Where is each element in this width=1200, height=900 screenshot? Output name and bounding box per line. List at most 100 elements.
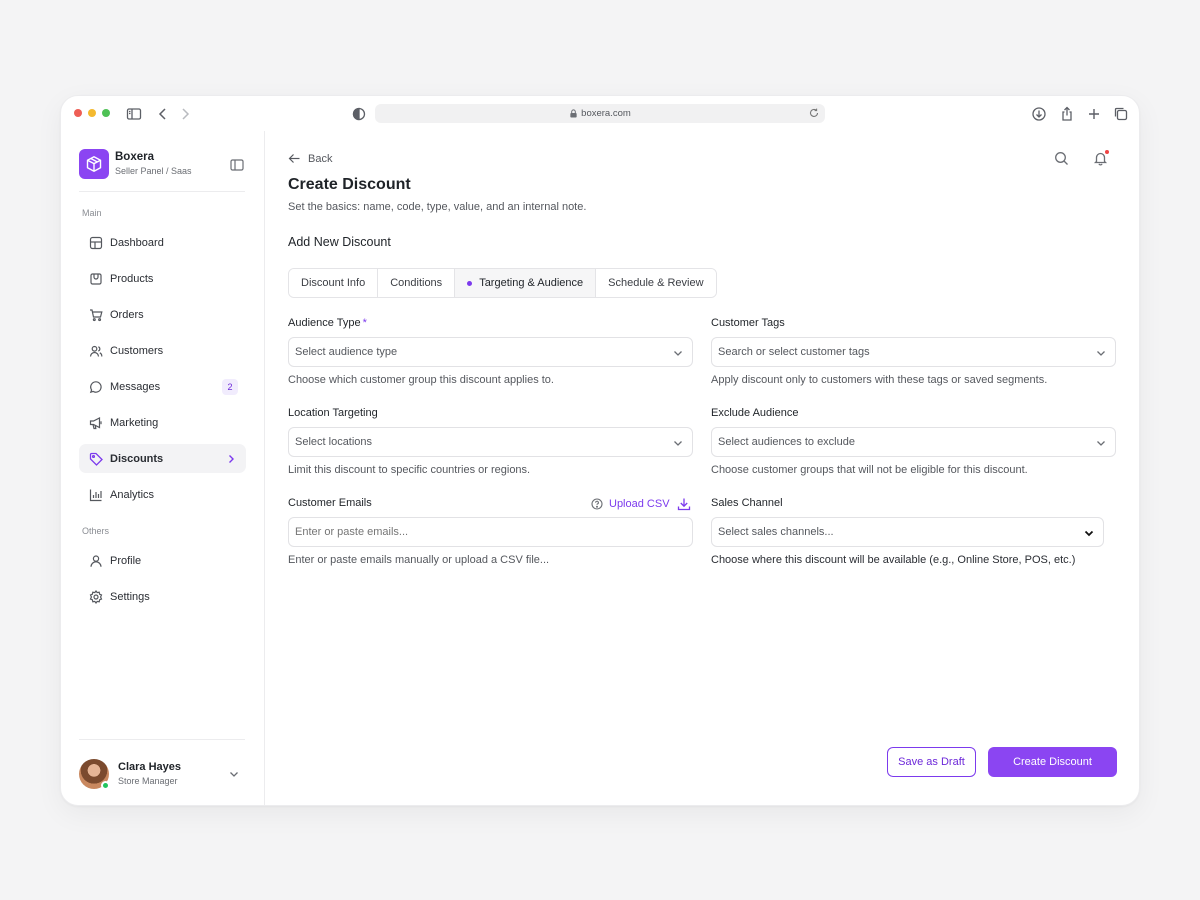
customer-emails-helper: Enter or paste emails manually or upload…	[288, 554, 550, 566]
sidebar-item-marketing[interactable]: Marketing	[79, 408, 246, 437]
select-placeholder: Select audience type	[295, 346, 398, 358]
sidebar-item-label: Messages	[110, 380, 161, 393]
tag-icon	[89, 452, 103, 466]
share-icon[interactable]	[1059, 106, 1075, 122]
close-window-button[interactable]	[74, 109, 82, 117]
user-icon	[89, 554, 103, 568]
tab-targeting-audience[interactable]: Targeting & Audience	[455, 269, 597, 297]
sidebar-item-discounts[interactable]: Discounts	[79, 444, 246, 473]
upload-csv-button[interactable]: Upload CSV	[591, 497, 691, 511]
sidebar-item-messages[interactable]: Messages 2	[79, 372, 246, 401]
sidebar-item-settings[interactable]: Settings	[79, 582, 246, 611]
gear-icon	[89, 589, 103, 604]
customer-emails-label: Customer Emails	[288, 497, 372, 509]
sidebar-item-analytics[interactable]: Analytics	[79, 480, 246, 509]
exclude-audience-select[interactable]: Select audiences to exclude	[711, 427, 1116, 457]
sidebar-divider	[79, 191, 245, 192]
forward-arrow-icon[interactable]	[177, 106, 193, 122]
sales-channel-label: Sales Channel	[711, 497, 783, 509]
tab-schedule-review[interactable]: Schedule & Review	[596, 269, 716, 297]
arrow-left-icon	[288, 154, 300, 163]
help-circle-icon[interactable]	[591, 498, 603, 510]
user-profile-card[interactable]: Clara Hayes Store Manager	[79, 757, 246, 791]
download-icon[interactable]	[1031, 106, 1047, 122]
main-section-label: Main	[82, 208, 102, 218]
page-subtitle: Set the basics: name, code, type, value,…	[288, 201, 587, 213]
grid-icon	[89, 236, 103, 250]
sidebar-item-label: Products	[110, 272, 154, 285]
upload-csv-label: Upload CSV	[609, 498, 670, 510]
sidebar-item-label: Dashboard	[110, 236, 164, 249]
chevron-down-icon	[674, 351, 682, 356]
collapse-sidebar-icon[interactable]	[230, 158, 244, 172]
url-text: boxera.com	[581, 108, 631, 119]
sidebar-item-label: Discounts	[110, 452, 164, 465]
message-icon	[89, 380, 103, 394]
chevron-down-icon	[674, 441, 682, 446]
user-name: Clara Hayes	[118, 761, 181, 773]
sidebar-divider	[79, 739, 245, 740]
back-link[interactable]: Back	[288, 152, 332, 165]
chevron-right-icon	[229, 454, 234, 463]
sidebar-item-label: Customers	[110, 344, 164, 357]
save-as-draft-button[interactable]: Save as Draft	[887, 747, 976, 777]
chevron-down-icon	[1097, 441, 1105, 446]
sidebar-item-orders[interactable]: Orders	[79, 300, 246, 329]
notification-dot	[1105, 150, 1109, 154]
tab-overview-icon[interactable]	[1113, 106, 1129, 122]
sales-channel-select[interactable]: Select sales channels...	[711, 517, 1104, 547]
select-placeholder: Select audiences to exclude	[718, 436, 855, 448]
select-placeholder: Select sales channels...	[718, 526, 834, 538]
brand-subtitle: Seller Panel / Saas	[115, 166, 192, 176]
sidebar-toggle-icon[interactable]	[126, 106, 142, 122]
customer-tags-select[interactable]: Search or select customer tags	[711, 337, 1116, 367]
sidebar-item-label: Settings	[110, 590, 150, 603]
online-status-indicator	[101, 781, 110, 790]
exclude-audience-helper: Choose customer groups that will not be …	[711, 464, 1028, 476]
form-tabs: Discount Info Conditions Targeting & Aud…	[288, 268, 717, 298]
sidebar-item-products[interactable]: Products	[79, 264, 246, 293]
bell-icon[interactable]	[1093, 150, 1109, 166]
download-icon	[677, 498, 690, 511]
tab-discount-info[interactable]: Discount Info	[289, 269, 379, 297]
exclude-audience-label: Exclude Audience	[711, 407, 799, 419]
create-discount-button[interactable]: Create Discount	[988, 747, 1117, 777]
search-icon[interactable]	[1054, 151, 1069, 166]
new-tab-plus-icon[interactable]	[1086, 106, 1102, 122]
reload-icon[interactable]	[808, 107, 820, 119]
avatar	[79, 759, 110, 790]
users-icon	[89, 344, 103, 358]
location-targeting-select[interactable]: Select locations	[288, 427, 693, 457]
back-arrow-icon[interactable]	[155, 106, 171, 122]
chevron-down-icon[interactable]	[228, 768, 240, 780]
user-role: Store Manager	[118, 776, 178, 786]
select-placeholder: Select locations	[295, 436, 373, 448]
audience-type-select[interactable]: Select audience type	[288, 337, 693, 367]
tab-conditions[interactable]: Conditions	[378, 269, 456, 297]
privacy-shield-icon[interactable]	[351, 106, 367, 122]
address-bar[interactable]: boxera.com	[375, 104, 825, 123]
megaphone-icon	[89, 416, 103, 430]
others-section-label: Others	[82, 526, 110, 536]
back-label: Back	[308, 152, 333, 165]
sidebar-item-profile[interactable]: Profile	[79, 546, 246, 575]
form-section-title: Add New Discount	[288, 235, 391, 249]
required-asterisk: *	[362, 317, 367, 329]
field-label-text: Audience Type	[288, 317, 361, 329]
audience-type-helper: Choose which customer group this discoun…	[288, 374, 554, 386]
sidebar-item-dashboard[interactable]: Dashboard	[79, 228, 246, 257]
location-targeting-helper: Limit this discount to specific countrie…	[288, 464, 531, 476]
box-logo-icon	[79, 149, 109, 179]
customer-emails-input[interactable]	[288, 517, 693, 547]
box-icon	[89, 272, 103, 286]
page-title: Create Discount	[288, 176, 411, 193]
customer-tags-helper: Apply discount only to customers with th…	[711, 374, 1048, 386]
select-placeholder: Search or select customer tags	[718, 346, 870, 358]
main-content: Back Create Discount Set the basics: nam…	[265, 131, 1139, 805]
bar-chart-icon	[89, 488, 103, 502]
active-tab-dot	[467, 280, 473, 286]
sidebar-item-customers[interactable]: Customers	[79, 336, 246, 365]
minimize-window-button[interactable]	[88, 109, 96, 117]
maximize-window-button[interactable]	[102, 109, 110, 117]
tab-label: Targeting & Audience	[479, 277, 584, 289]
